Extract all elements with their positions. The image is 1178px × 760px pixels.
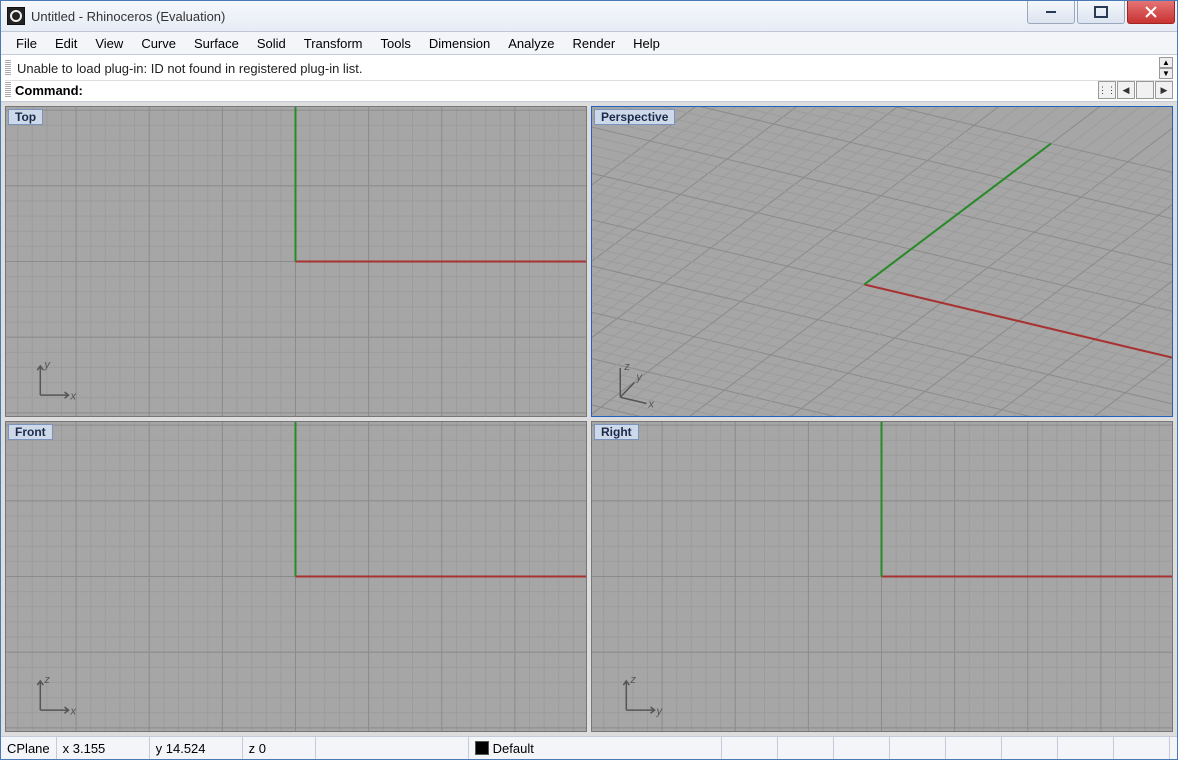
status-pane-2[interactable]: [778, 737, 834, 759]
menu-help[interactable]: Help: [624, 32, 669, 54]
status-y: y 14.524: [150, 737, 243, 759]
status-pane-8[interactable]: [1114, 737, 1170, 759]
viewport-perspective[interactable]: Perspective z x y: [591, 106, 1173, 417]
command-prev-button[interactable]: ◀: [1117, 81, 1135, 99]
axis-widget-icon: zy: [623, 674, 663, 718]
minimize-button[interactable]: [1027, 1, 1075, 24]
viewport-right-canvas: zy: [592, 422, 1172, 731]
maximize-button[interactable]: [1077, 1, 1125, 24]
viewport-front-canvas: zx: [6, 422, 586, 731]
menu-surface[interactable]: Surface: [185, 32, 248, 54]
viewport-label-front[interactable]: Front: [8, 424, 53, 440]
svg-text:y: y: [43, 359, 51, 371]
menu-tools[interactable]: Tools: [371, 32, 419, 54]
svg-text:z: z: [43, 674, 50, 686]
menu-file[interactable]: File: [7, 32, 46, 54]
layer-name: Default: [493, 741, 534, 756]
axis-x: [864, 284, 1172, 357]
status-pane-5[interactable]: [946, 737, 1002, 759]
command-sep-button[interactable]: [1136, 81, 1154, 99]
command-options-button[interactable]: ⋮⋮: [1098, 81, 1116, 99]
titlebar: Untitled - Rhinoceros (Evaluation): [1, 1, 1177, 32]
axis-widget-icon: zx: [37, 674, 76, 718]
history-scroll-down[interactable]: ▼: [1159, 68, 1173, 79]
svg-text:z: z: [629, 674, 636, 686]
menubar: File Edit View Curve Surface Solid Trans…: [1, 32, 1177, 55]
svg-text:x: x: [70, 705, 77, 717]
command-nav: ⋮⋮ ◀ ▶: [1097, 81, 1173, 99]
viewport-top-canvas: yx: [6, 107, 586, 416]
command-prompt: Command:: [15, 83, 83, 98]
window-controls: [1027, 1, 1177, 31]
command-line: Command: ⋮⋮ ◀ ▶: [5, 80, 1173, 99]
command-history-line: Unable to load plug-in: ID not found in …: [15, 60, 1159, 77]
menu-dimension[interactable]: Dimension: [420, 32, 499, 54]
status-z: z 0: [243, 737, 316, 759]
menu-transform[interactable]: Transform: [295, 32, 372, 54]
viewport-perspective-canvas: z x y: [592, 107, 1172, 416]
menu-view[interactable]: View: [86, 32, 132, 54]
viewport-label-right[interactable]: Right: [594, 424, 639, 440]
viewport-front[interactable]: Front zx: [5, 421, 587, 732]
statusbar: CPlane x 3.155 y 14.524 z 0 Default: [1, 736, 1177, 759]
window-title: Untitled - Rhinoceros (Evaluation): [31, 9, 225, 24]
svg-text:x: x: [648, 398, 655, 410]
svg-text:y: y: [635, 371, 643, 383]
viewport-label-perspective[interactable]: Perspective: [594, 109, 675, 125]
status-pane-4[interactable]: [890, 737, 946, 759]
command-input[interactable]: [87, 82, 1097, 99]
menu-curve[interactable]: Curve: [132, 32, 185, 54]
status-pane-7[interactable]: [1058, 737, 1114, 759]
viewports-grid: Top yx Perspective: [1, 102, 1177, 736]
svg-text:x: x: [70, 390, 77, 402]
axis-widget-icon: yx: [37, 359, 76, 403]
perspective-grid: [592, 107, 1172, 416]
command-area: Unable to load plug-in: ID not found in …: [1, 55, 1177, 102]
axis-y: [864, 144, 1051, 285]
history-scroll-up[interactable]: ▲: [1159, 57, 1173, 68]
close-button[interactable]: [1127, 1, 1175, 24]
svg-text:z: z: [623, 361, 630, 373]
command-next-button[interactable]: ▶: [1155, 81, 1173, 99]
status-units: [316, 737, 469, 759]
menu-analyze[interactable]: Analyze: [499, 32, 563, 54]
viewport-top[interactable]: Top yx: [5, 106, 587, 417]
viewport-label-top[interactable]: Top: [8, 109, 43, 125]
toolbar-grip-icon[interactable]: [5, 82, 11, 98]
menu-render[interactable]: Render: [564, 32, 625, 54]
history-scroll: ▲ ▼: [1159, 57, 1173, 79]
menu-solid[interactable]: Solid: [248, 32, 295, 54]
status-pane-9[interactable]: [1170, 737, 1177, 759]
toolbar-grip-icon[interactable]: [5, 60, 11, 76]
viewport-right[interactable]: Right zy: [591, 421, 1173, 732]
command-history: Unable to load plug-in: ID not found in …: [5, 57, 1173, 79]
rhino-app-icon: [7, 7, 25, 25]
menu-edit[interactable]: Edit: [46, 32, 86, 54]
app-window: Untitled - Rhinoceros (Evaluation) File …: [0, 0, 1178, 760]
status-pane-1[interactable]: [722, 737, 778, 759]
status-x: x 3.155: [57, 737, 150, 759]
layer-color-swatch: [475, 741, 489, 755]
status-pane-3[interactable]: [834, 737, 890, 759]
status-layer[interactable]: Default: [469, 737, 722, 759]
status-cplane[interactable]: CPlane: [1, 737, 57, 759]
status-pane-6[interactable]: [1002, 737, 1058, 759]
